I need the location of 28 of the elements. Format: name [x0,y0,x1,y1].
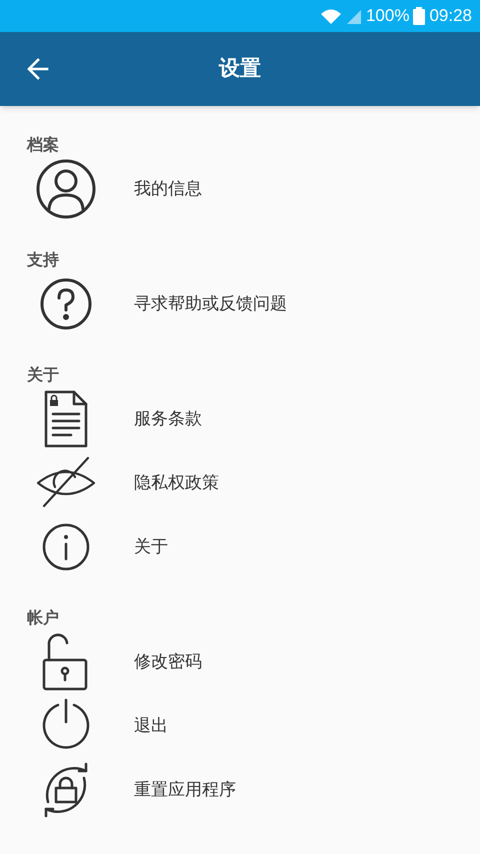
section-header: 帐户 [27,609,59,629]
settings-item[interactable]: 退出 [0,694,480,758]
settings-item[interactable]: 服务条款 [0,387,480,451]
settings-item-label: 重置应用程序 [134,779,236,802]
settings-item-label: 隐私权政策 [134,472,219,494]
settings-item[interactable]: 重置应用程序 [0,758,480,822]
person-icon [36,159,96,219]
section-header: 支持 [27,251,59,271]
battery-percent: 100% [366,5,410,28]
settings-item-label: 退出 [134,715,168,738]
section-header: 档案 [27,136,59,156]
settings-item-label: 修改密码 [134,651,202,674]
settings-item[interactable]: 我的信息 [0,157,480,221]
settings-item-label: 服务条款 [134,408,202,430]
settings-item[interactable]: 隐私权政策 [0,451,480,515]
back-arrow-icon [26,57,50,81]
signal-icon [346,8,362,24]
section-header: 关于 [27,366,59,386]
wifi-icon [320,8,342,24]
settings-item[interactable]: 修改密码 [0,630,480,694]
settings-item[interactable]: 寻求帮助或反馈问题 [0,272,480,336]
settings-item-label: 寻求帮助或反馈问题 [134,293,287,316]
settings-item-label: 我的信息 [134,178,202,200]
settings-item[interactable]: 关于 [0,515,480,579]
clock-time: 09:28 [429,5,472,28]
battery-icon [413,7,426,25]
settings-item-label: 关于 [134,536,168,558]
page-title: 设置 [219,56,261,82]
